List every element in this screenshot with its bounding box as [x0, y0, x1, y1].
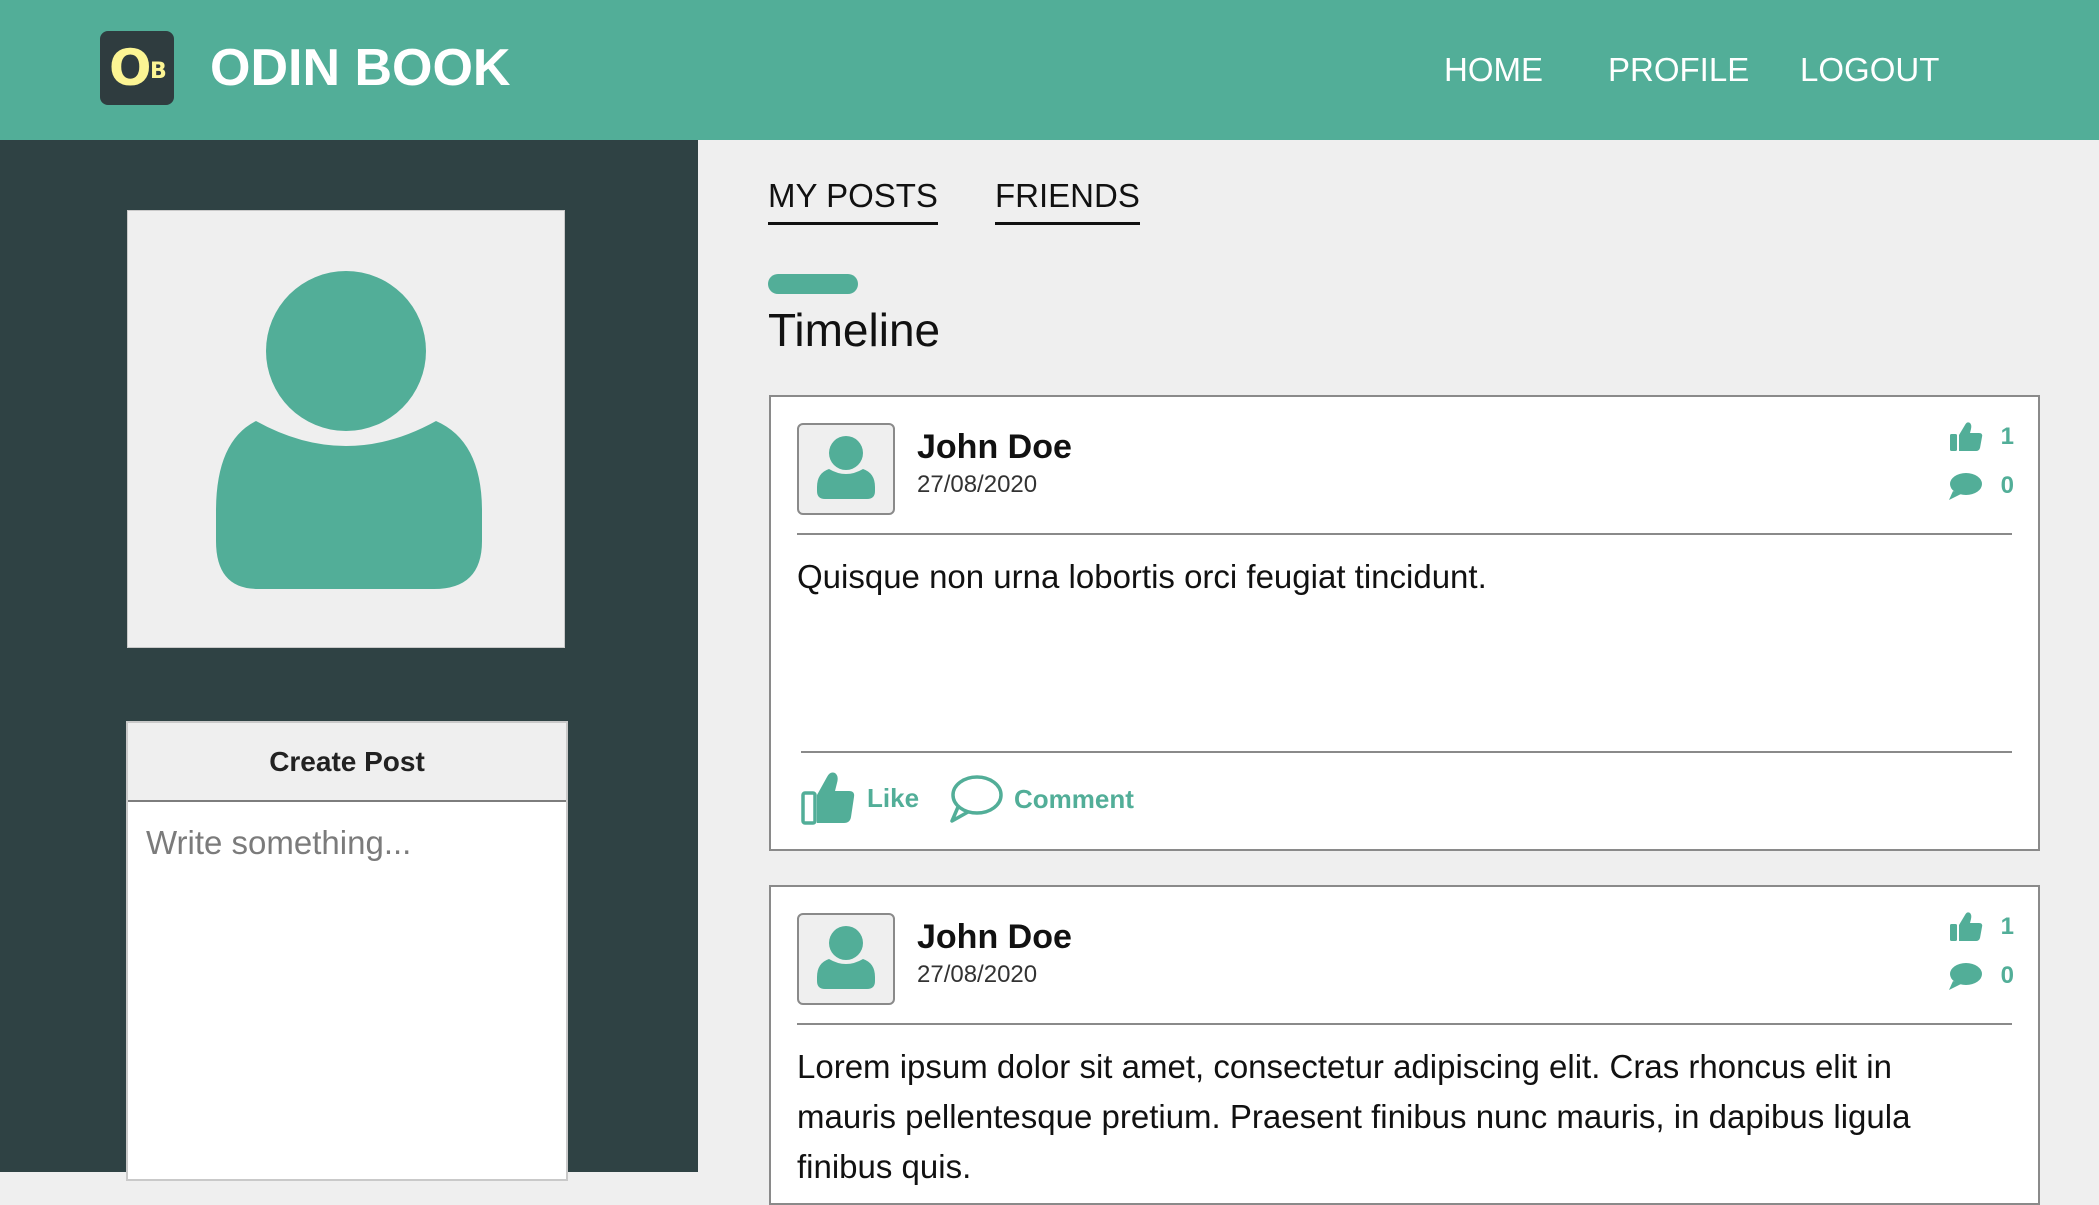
profile-avatar[interactable]: [127, 210, 565, 648]
nav-profile-link[interactable]: PROFILE: [1608, 50, 1749, 90]
like-button[interactable]: Like: [801, 769, 919, 827]
speech-bubble-icon: [1948, 473, 1982, 500]
nav-home-link[interactable]: HOME: [1444, 50, 1543, 90]
nav-logout-link[interactable]: LOGOUT: [1800, 50, 1939, 90]
create-post-title: Create Post: [128, 723, 566, 802]
top-navbar: O B ODIN BOOK HOME PROFILE LOGOUT: [0, 0, 2099, 140]
post-body: Lorem ipsum dolor sit amet, consectetur …: [797, 1048, 1911, 1185]
like-count: 1: [1949, 911, 2014, 943]
like-button-label: Like: [867, 782, 920, 813]
user-silhouette-icon: [817, 436, 875, 499]
post-author-avatar[interactable]: [797, 913, 895, 1005]
thumbs-up-icon: [801, 772, 855, 825]
logo-letter-o: O: [109, 39, 152, 97]
section-title: Timeline: [768, 304, 941, 356]
brand-title[interactable]: ODIN BOOK: [210, 38, 510, 98]
comment-count: 0: [1947, 961, 2014, 991]
create-post-input[interactable]: [128, 802, 566, 1162]
create-post-card: Create Post: [126, 721, 568, 1181]
comment-count-value: 0: [2000, 962, 2014, 989]
post-body: Quisque non urna lobortis orci feugiat t…: [797, 558, 1487, 595]
post-card: John Doe 27/08/2020 1 0 Lorem ipsum dolo…: [769, 885, 2040, 1205]
thumbs-up-icon: [1949, 422, 1982, 451]
post-footer-divider: [801, 751, 2012, 753]
thumbs-up-icon: [1949, 912, 1982, 941]
section-accent-bar: [768, 274, 858, 294]
user-silhouette-icon: [216, 271, 482, 589]
post-header-divider: [797, 1023, 2012, 1025]
comment-count-value: 0: [2000, 472, 2014, 499]
comment-button-label: Comment: [1014, 783, 1134, 814]
like-count: 1: [1949, 421, 2014, 453]
tab-friends[interactable]: FRIENDS: [995, 176, 1140, 225]
comment-count: 0: [1947, 471, 2014, 501]
comment-button[interactable]: Comment: [946, 773, 1134, 825]
post-author[interactable]: John Doe: [917, 915, 1072, 959]
user-silhouette-icon: [817, 926, 875, 989]
post-author[interactable]: John Doe: [917, 425, 1072, 469]
post-date: 27/08/2020: [917, 471, 1038, 498]
like-count-value: 1: [2000, 423, 2014, 450]
post-header-divider: [797, 533, 2012, 535]
post-card: John Doe 27/08/2020 1 0 Quisque non urna…: [769, 395, 2040, 851]
speech-bubble-icon: [1948, 963, 1982, 990]
tab-my-posts[interactable]: MY POSTS: [768, 176, 938, 225]
logo-letter-b: B: [150, 59, 167, 84]
ob-logo-icon[interactable]: O B: [100, 31, 174, 105]
like-count-value: 1: [2000, 913, 2014, 940]
post-date: 27/08/2020: [917, 961, 1038, 988]
speech-bubble-icon: [950, 775, 1003, 823]
post-author-avatar[interactable]: [797, 423, 895, 515]
